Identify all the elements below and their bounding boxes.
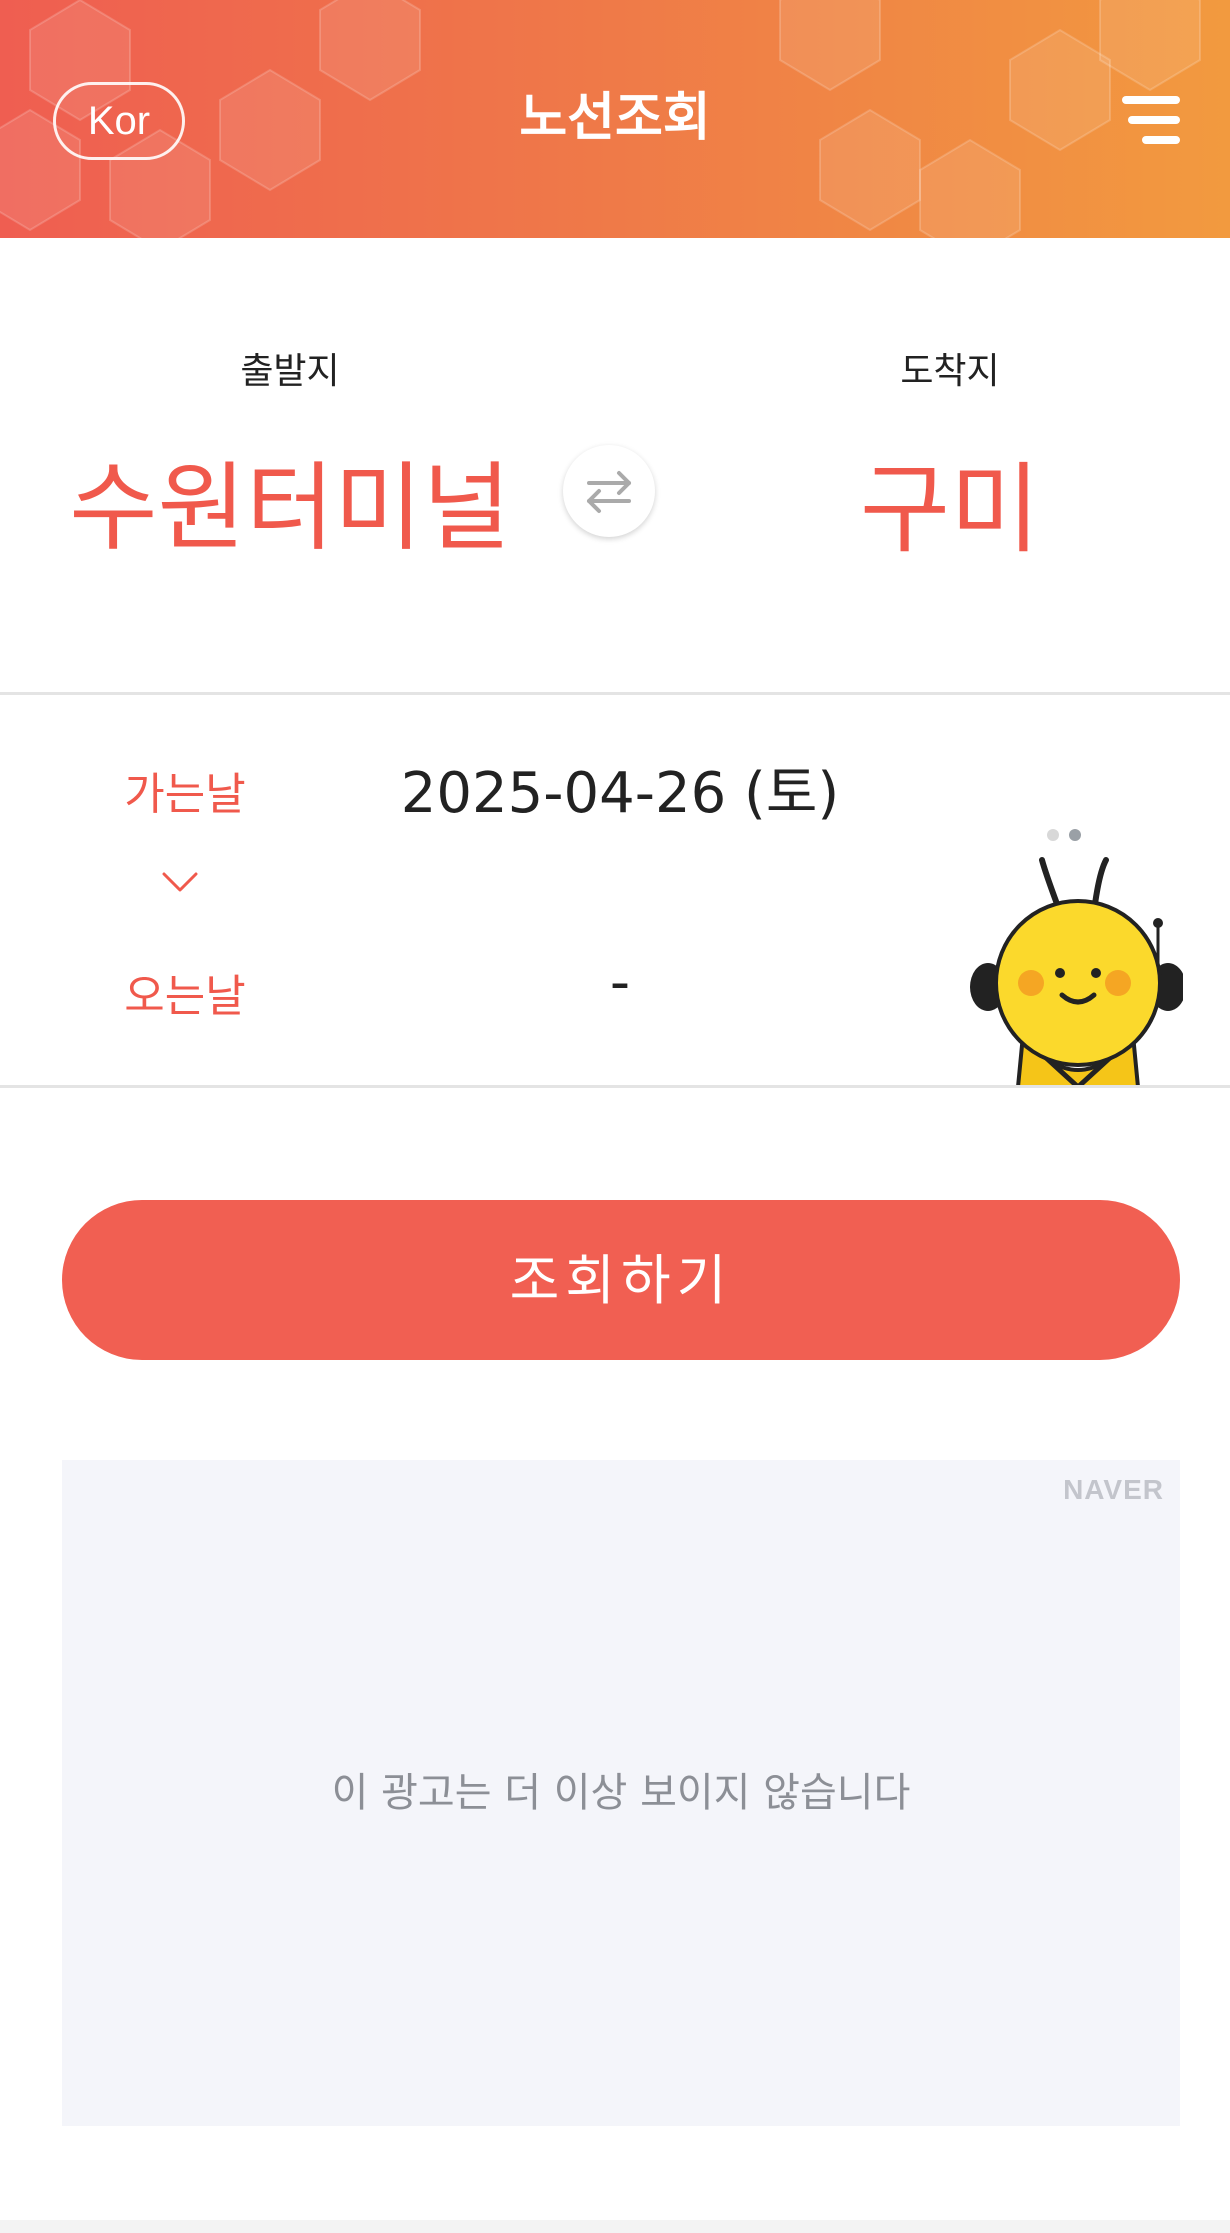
search-button[interactable]: 조회하기 xyxy=(62,1200,1180,1360)
app-header: Kor 노선조회 xyxy=(0,0,1230,238)
go-date-value[interactable]: 2025-04-26 (토) xyxy=(380,748,860,829)
departure-label: 출발지 xyxy=(240,351,340,392)
swap-button[interactable] xyxy=(563,445,655,537)
return-date-value[interactable]: - xyxy=(380,950,860,1015)
swap-arrows-icon xyxy=(587,471,631,513)
divider xyxy=(0,692,1230,695)
go-date-label[interactable]: 가는날 xyxy=(80,758,290,822)
departure-station[interactable]: 수원터미널 xyxy=(40,430,540,569)
chevron-down-icon xyxy=(162,872,198,892)
return-date-label[interactable]: 오는날 xyxy=(80,960,290,1024)
bottom-strip xyxy=(0,2220,1230,2233)
page-title: 노선조회 xyxy=(519,88,711,148)
hamburger-icon[interactable] xyxy=(1122,96,1180,148)
arrival-station[interactable]: 구미 xyxy=(750,430,1150,572)
ad-message: 이 광고는 더 이상 보이지 않습니다 xyxy=(331,1770,911,1816)
divider xyxy=(0,1085,1230,1088)
bee-mascot-icon xyxy=(970,829,1183,1087)
ad-banner: NAVER 이 광고는 더 이상 보이지 않습니다 xyxy=(62,1460,1180,2126)
ad-brand-logo: NAVER xyxy=(1063,1474,1164,1505)
arrival-label: 도착지 xyxy=(900,351,1000,392)
